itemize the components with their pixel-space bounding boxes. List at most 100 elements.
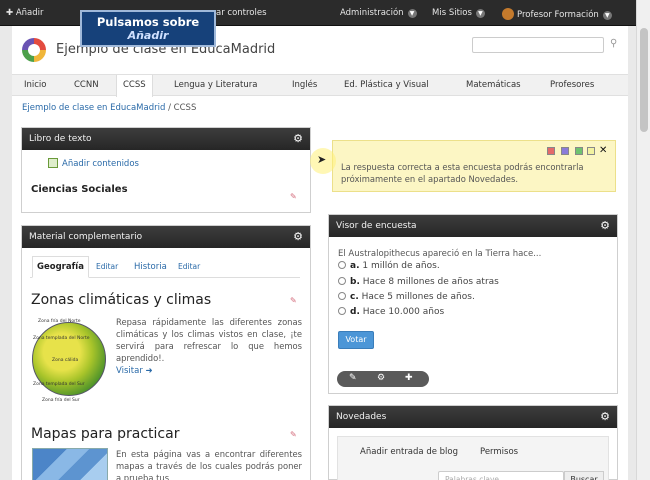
gear-icon[interactable]: ⚙ [377,373,385,383]
article-body: Repasa rápidamente las diferentes zonas … [116,317,302,363]
gear-icon[interactable]: ⚙ [600,220,610,232]
option-key: b. [350,277,360,287]
poll-question: El Australopithecus apareció en la Tierr… [338,249,542,259]
visit-label: Visitar [116,366,143,376]
radio-button[interactable] [338,261,346,269]
site-logo[interactable] [22,38,46,62]
globe-label: Zona fría del Norte [38,319,81,324]
add-label: Añadir [15,8,44,18]
notice-box: ✕ La respuesta correcta a esta encuesta … [332,140,616,192]
poll-toolbar: ✎ ⚙ ✚ [337,371,429,387]
scrollbar[interactable] [636,0,650,480]
portlet-title: Libro de texto [22,128,310,150]
page: Ejemplo de clase en EducaMadrid ⚲ Inicio… [12,26,628,480]
tab-geografia[interactable]: Geografía [32,256,89,278]
my-sites-menu[interactable]: Mis Sitios ▼ [432,8,485,18]
breadcrumb-separator: / [168,103,171,113]
poll-option[interactable]: b. Hace 8 millones de años atras [338,277,499,287]
mouse-cursor-icon: ➤ [317,153,327,166]
portlet-textbook: Libro de texto ⚙ Añadir contenidos Cienc… [21,127,311,213]
color-swatch[interactable] [575,147,583,155]
tab-lengua[interactable]: Lengua y Literatura [168,75,263,96]
pin-icon[interactable]: ✎ [290,192,297,201]
user-name: Profesor Formación [517,10,599,20]
avatar [502,8,514,20]
option-text: Hace 5 millones de años. [361,292,475,302]
admin-menu[interactable]: Administración ▼ [340,8,417,18]
scrollbar-thumb[interactable] [640,28,648,132]
radio-button[interactable] [338,307,346,315]
tab-profesores[interactable]: Profesores [544,75,600,96]
visit-link[interactable]: Visitar ➜ [116,366,153,376]
add-content-icon [48,158,58,168]
callout-line2: Añadir [127,29,169,42]
blog-search-input[interactable]: Palabras clave [438,471,564,480]
tab-plastica[interactable]: Ed. Plástica y Visual [338,75,435,96]
manage-controls-toggle[interactable]: ar controles [216,8,267,18]
tab-ingles[interactable]: Inglés [286,75,323,96]
pin-icon[interactable]: ✎ [290,296,297,305]
option-key: d. [350,307,360,317]
tab-historia[interactable]: Historia [134,262,167,272]
article-body: En esta página vas a encontrar diferente… [116,449,302,480]
tab-label: Geografía [37,262,84,272]
portlet-poll: Visor de encuesta ⚙ El Australopithecus … [328,214,618,394]
color-swatch[interactable] [547,147,555,155]
globe-label: Zona templada del Sur [33,382,85,387]
subject-title: Ciencias Sociales [31,184,128,195]
chevron-down-icon: ▼ [407,9,417,18]
globe-label: Zona cálida [52,358,79,363]
chevron-down-icon: ▼ [602,11,612,20]
portlet-title: Novedades [329,406,617,428]
globe-label: Zona fría del Sur [42,398,80,403]
edit-geografia-link[interactable]: Editar [96,262,118,271]
search-input[interactable] [472,37,604,53]
option-text: Hace 8 millones de años atras [362,277,499,287]
option-text: 1 millón de años. [362,261,440,271]
gear-icon[interactable]: ⚙ [600,411,610,423]
vote-button[interactable]: Votar [338,331,374,349]
radio-button[interactable] [338,277,346,285]
breadcrumb-current: CCSS [173,103,197,113]
add-menu[interactable]: ✚ Añadir [6,8,44,18]
tab-ccss[interactable]: CCSS [116,75,153,97]
blog-search-button[interactable]: Buscar [564,471,604,480]
add-content-link[interactable]: Añadir contenidos [48,158,139,169]
user-menu[interactable]: Profesor Formación ▼ [502,8,612,20]
tab-ccnn[interactable]: CCNN [68,75,105,96]
admin-label: Administración [340,8,404,18]
close-icon[interactable]: ✕ [599,145,607,156]
plus-icon: ✚ [6,8,14,18]
poll-option[interactable]: d. Hace 10.000 años [338,307,444,317]
search-icon[interactable]: ⚲ [610,38,617,49]
edit-icon[interactable]: ✎ [349,373,357,383]
gear-icon[interactable]: ⚙ [293,231,303,243]
portlet-news: Novedades ⚙ Añadir entrada de blog Permi… [328,405,618,480]
plus-icon[interactable]: ✚ [405,373,413,383]
breadcrumb-root[interactable]: Ejemplo de clase en EducaMadrid [22,103,165,113]
gear-icon[interactable]: ⚙ [293,133,303,145]
add-blog-entry-button[interactable]: Añadir entrada de blog [360,447,458,457]
radio-button[interactable] [338,292,346,300]
article-title[interactable]: Mapas para practicar [31,426,179,442]
permissions-button[interactable]: Permisos [480,447,518,457]
edit-historia-link[interactable]: Editar [178,262,200,271]
tab-matematicas[interactable]: Matemáticas [460,75,527,96]
poll-option[interactable]: a. 1 millón de años. [338,261,440,271]
globe-label: Zona templada del Norte [33,336,90,341]
option-key: c. [350,292,359,302]
tab-inicio[interactable]: Inicio [18,75,53,96]
my-sites-label: Mis Sitios [432,8,472,18]
notice-text: La respuesta correcta a esta encuesta po… [341,162,584,184]
portlet-title: Visor de encuesta [329,215,617,237]
color-swatch[interactable] [561,147,569,155]
blog-toolbar: Añadir entrada de blog Permisos Palabras… [337,436,609,480]
breadcrumb: Ejemplo de clase en EducaMadrid / CCSS [22,103,196,113]
add-content-label: Añadir contenidos [62,159,139,169]
poll-option[interactable]: c. Hace 5 millones de años. [338,292,475,302]
article-title[interactable]: Zonas climáticas y climas [31,292,211,308]
pin-icon[interactable]: ✎ [290,430,297,439]
option-text: Hace 10.000 años [362,307,445,317]
color-swatch[interactable] [587,147,595,155]
chevron-down-icon: ▼ [475,9,485,18]
